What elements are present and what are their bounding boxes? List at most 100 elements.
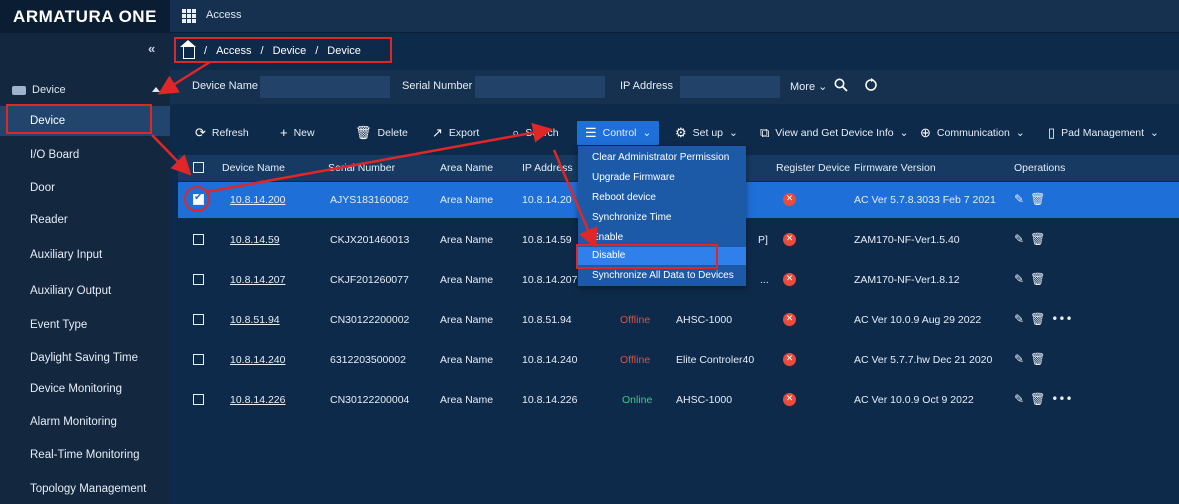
menu-item-sync-all-data[interactable]: Synchronize All Data to Devices bbox=[592, 270, 734, 281]
delete-icon[interactable]: 🗑 bbox=[1030, 352, 1045, 366]
serial-number-cell: AJYS183160082 bbox=[330, 194, 409, 206]
delete-icon[interactable]: 🗑 bbox=[1030, 192, 1045, 206]
row-checkbox[interactable] bbox=[193, 394, 204, 405]
status-cell: Offline bbox=[620, 354, 651, 366]
column-register-device[interactable]: Register Device bbox=[776, 162, 850, 174]
more-icon[interactable]: ••• bbox=[1051, 312, 1072, 326]
table-row[interactable]: 10.8.14.240 6312203500002 Area Name 10.8… bbox=[178, 342, 1179, 378]
area-name-cell: Area Name bbox=[440, 394, 494, 406]
device-name-link[interactable]: 10.8.14.59 bbox=[230, 234, 280, 246]
setup-button[interactable]: ⚙ Set up ⌄ bbox=[675, 125, 738, 141]
column-ip-address[interactable]: IP Address bbox=[522, 162, 573, 174]
delete-button[interactable]: 🗑 Delete bbox=[355, 125, 408, 141]
reset-icon[interactable] bbox=[864, 78, 878, 92]
menu-item-clear-admin-permission[interactable]: Clear Administrator Permission bbox=[592, 152, 729, 163]
filter-bar: Device Name Serial Number IP Address Mor… bbox=[170, 70, 1179, 104]
device-model-cell: P] bbox=[758, 234, 768, 246]
sidebar-item-daylight-saving-time[interactable]: Daylight Saving Time bbox=[0, 343, 170, 373]
chevron-up-icon bbox=[152, 87, 160, 92]
annotation-box-disable bbox=[576, 244, 718, 269]
apps-grid-icon[interactable] bbox=[182, 9, 196, 23]
device-name-link[interactable]: 10.8.14.226 bbox=[230, 394, 285, 406]
device-icon bbox=[12, 85, 26, 95]
menu-item-upgrade-firmware[interactable]: Upgrade Firmware bbox=[592, 172, 675, 183]
sidebar-item-io-board[interactable]: I/O Board bbox=[0, 140, 170, 170]
pad-management-button[interactable]: ▯ Pad Management ⌄ bbox=[1048, 125, 1159, 141]
edit-icon[interactable]: ✎ bbox=[1014, 272, 1024, 286]
more-filters-button[interactable]: More ⌄ bbox=[790, 80, 827, 93]
row-checkbox[interactable] bbox=[193, 234, 204, 245]
column-device-name[interactable]: Device Name bbox=[222, 162, 285, 174]
control-button[interactable]: ☰ Control ⌄ bbox=[577, 121, 660, 145]
sidebar-item-topology-management[interactable]: Topology Management bbox=[0, 474, 170, 504]
edit-icon[interactable]: ✎ bbox=[1014, 312, 1024, 326]
select-all-checkbox[interactable] bbox=[193, 162, 204, 173]
menu-item-synchronize-time[interactable]: Synchronize Time bbox=[592, 212, 671, 223]
not-registered-icon: ✕ bbox=[783, 393, 796, 406]
edit-icon[interactable]: ✎ bbox=[1014, 192, 1024, 206]
communication-button[interactable]: ⊕ Communication ⌄ bbox=[920, 125, 1025, 141]
table-row[interactable]: 10.8.14.226 CN30122200004 Area Name 10.8… bbox=[178, 382, 1179, 418]
sidebar-item-event-type[interactable]: Event Type bbox=[0, 310, 170, 340]
ip-address-cell: 10.8.14.59 bbox=[522, 234, 572, 246]
status-cell: Offline bbox=[620, 314, 651, 326]
sidebar-item-auxiliary-input[interactable]: Auxiliary Input bbox=[0, 240, 170, 270]
refresh-button[interactable]: ⟳ Refresh bbox=[195, 125, 249, 141]
setup-label: Set up bbox=[692, 127, 724, 139]
ip-address-input[interactable] bbox=[680, 76, 780, 98]
collapse-sidebar-icon[interactable]: « bbox=[148, 41, 155, 56]
device-name-input[interactable] bbox=[260, 76, 390, 98]
area-name-cell: Area Name bbox=[440, 234, 494, 246]
export-button[interactable]: ↗ Export bbox=[432, 125, 479, 141]
delete-icon[interactable]: 🗑 bbox=[1030, 312, 1045, 326]
not-registered-icon: ✕ bbox=[783, 273, 796, 286]
device-name-link[interactable]: 10.8.14.207 bbox=[230, 274, 285, 286]
menu-item-enable[interactable]: Enable bbox=[592, 232, 623, 243]
column-firmware-version[interactable]: Firmware Version bbox=[854, 162, 936, 174]
table-row[interactable]: 10.8.51.94 CN30122200002 Area Name 10.8.… bbox=[178, 302, 1179, 338]
serial-number-input[interactable] bbox=[475, 76, 605, 98]
more-label: More bbox=[790, 81, 816, 93]
search-icon[interactable] bbox=[834, 78, 848, 92]
device-model-cell: AHSC-1000 bbox=[676, 314, 733, 326]
edit-icon[interactable]: ✎ bbox=[1014, 232, 1024, 246]
row-checkbox[interactable] bbox=[193, 314, 204, 325]
search-button[interactable]: ⌕ Search bbox=[512, 125, 559, 141]
column-serial-number[interactable]: Serial Number bbox=[328, 162, 395, 174]
serial-number-filter-label: Serial Number bbox=[402, 80, 473, 92]
view-get-device-info-button[interactable]: ⧉ View and Get Device Info ⌄ bbox=[760, 125, 908, 141]
sidebar-group-device[interactable]: Device bbox=[0, 77, 170, 103]
delete-icon[interactable]: 🗑 bbox=[1030, 232, 1045, 246]
serial-number-cell: 6312203500002 bbox=[330, 354, 406, 366]
view-get-label: View and Get Device Info bbox=[775, 127, 894, 139]
device-name-link[interactable]: 10.8.51.94 bbox=[230, 314, 280, 326]
module-name[interactable]: Access bbox=[206, 9, 241, 21]
sidebar-item-alarm-monitoring[interactable]: Alarm Monitoring bbox=[0, 407, 170, 437]
device-name-link[interactable]: 10.8.14.240 bbox=[230, 354, 285, 366]
sidebar-item-real-time-monitoring[interactable]: Real-Time Monitoring bbox=[0, 440, 170, 470]
device-name-link[interactable]: 10.8.14.200 bbox=[230, 194, 285, 206]
area-name-cell: Area Name bbox=[440, 314, 494, 326]
new-button[interactable]: + New bbox=[280, 125, 315, 140]
row-operations: ✎ 🗑 bbox=[1014, 352, 1045, 366]
sidebar-item-door[interactable]: Door bbox=[0, 173, 170, 203]
row-operations: ✎ 🗑 bbox=[1014, 232, 1045, 246]
firmware-cell: AC Ver 5.7.7.hw Dec 21 2020 bbox=[854, 354, 993, 366]
delete-icon[interactable]: 🗑 bbox=[1030, 392, 1045, 406]
edit-icon[interactable]: ✎ bbox=[1014, 352, 1024, 366]
column-area-name[interactable]: Area Name bbox=[440, 162, 493, 174]
row-checkbox[interactable] bbox=[193, 274, 204, 285]
communication-label: Communication bbox=[936, 127, 1010, 139]
edit-icon[interactable]: ✎ bbox=[1014, 392, 1024, 406]
annotation-circle-checkbox bbox=[184, 186, 210, 212]
sidebar-item-reader[interactable]: Reader bbox=[0, 205, 170, 235]
row-checkbox[interactable] bbox=[193, 354, 204, 365]
more-icon[interactable]: ••• bbox=[1051, 392, 1072, 406]
sidebar-item-auxiliary-output[interactable]: Auxiliary Output bbox=[0, 276, 170, 306]
firmware-cell: AC Ver 10.0.9 Oct 9 2022 bbox=[854, 394, 974, 406]
delete-icon[interactable]: 🗑 bbox=[1030, 272, 1045, 286]
pad-label: Pad Management bbox=[1061, 127, 1145, 139]
sidebar-item-device-monitoring[interactable]: Device Monitoring bbox=[0, 374, 170, 404]
row-operations: ✎ 🗑 ••• bbox=[1014, 312, 1073, 326]
menu-item-reboot-device[interactable]: Reboot device bbox=[592, 192, 656, 203]
